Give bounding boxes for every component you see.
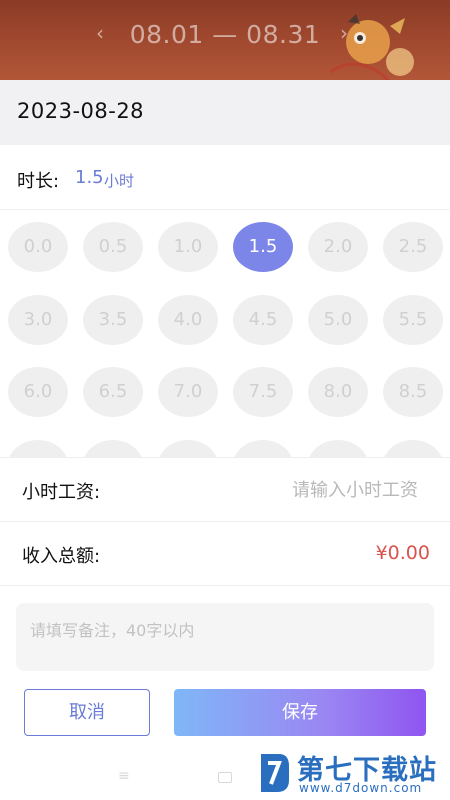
duration-option[interactable]: 7.0: [158, 367, 218, 417]
duration-label: 时长:: [17, 171, 60, 192]
duration-option[interactable]: 11.0: [308, 440, 368, 457]
note-container: [16, 603, 434, 671]
system-home-icon[interactable]: [218, 772, 232, 783]
duration-option[interactable]: 2.5: [383, 222, 443, 272]
period-header: ‹ 08.01 — 08.31 ›: [0, 0, 450, 80]
duration-option[interactable]: 4.5: [233, 295, 293, 345]
duration-option[interactable]: 9.5: [83, 440, 143, 457]
duration-option[interactable]: 10.0: [158, 440, 218, 457]
hourly-wage-row: 小时工资:: [0, 457, 450, 521]
duration-option[interactable]: 6.5: [83, 367, 143, 417]
tiger-mascot-illustration: [330, 14, 414, 80]
total-income-amount: ¥0.00: [375, 542, 430, 564]
duration-option[interactable]: 6.0: [8, 367, 68, 417]
duration-option[interactable]: 3.5: [83, 295, 143, 345]
duration-option[interactable]: 1.0: [158, 222, 218, 272]
total-income-row: 收入总额: ¥0.00: [0, 521, 450, 585]
watermark-url: www.d7down.com: [299, 781, 423, 795]
note-textarea[interactable]: [16, 603, 434, 671]
divider: [0, 585, 450, 603]
hourly-wage-input[interactable]: [208, 472, 418, 508]
duration-value: 1.5: [75, 167, 104, 188]
total-income-label: 收入总额:: [22, 546, 101, 567]
system-menu-icon[interactable]: ≡: [118, 768, 130, 784]
d7-logo-icon: [261, 754, 289, 792]
selected-date-bar[interactable]: 2023-08-28: [0, 80, 450, 145]
duration-option[interactable]: 8.5: [383, 367, 443, 417]
duration-option[interactable]: 5.0: [308, 295, 368, 345]
duration-option[interactable]: 10.5: [233, 440, 293, 457]
cancel-button[interactable]: 取消: [24, 689, 150, 736]
duration-option[interactable]: 8.0: [308, 367, 368, 417]
duration-option[interactable]: 11.5: [383, 440, 443, 457]
save-button[interactable]: 保存: [174, 689, 426, 736]
duration-option[interactable]: 5.5: [383, 295, 443, 345]
duration-option[interactable]: 3.0: [8, 295, 68, 345]
duration-option[interactable]: 7.5: [233, 367, 293, 417]
duration-option[interactable]: 1.5: [233, 222, 293, 272]
duration-row: 时长: 1.5 小时: [0, 145, 450, 210]
duration-option[interactable]: 9.0: [8, 440, 68, 457]
duration-options-grid: 0.0 0.5 1.0 1.5 2.0 2.5 3.0 3.5 4.0 4.5 5.0 5.5 6.0 6…: [0, 210, 450, 457]
site-watermark: 第七下载站 www.d7down.com: [255, 748, 447, 798]
duration-unit: 小时: [104, 172, 135, 190]
selected-date: 2023-08-28: [17, 99, 145, 123]
duration-option[interactable]: 0.0: [8, 222, 68, 272]
hourly-wage-label: 小时工资:: [22, 482, 101, 503]
duration-option[interactable]: 0.5: [83, 222, 143, 272]
duration-option[interactable]: 4.0: [158, 295, 218, 345]
duration-option[interactable]: 2.0: [308, 222, 368, 272]
